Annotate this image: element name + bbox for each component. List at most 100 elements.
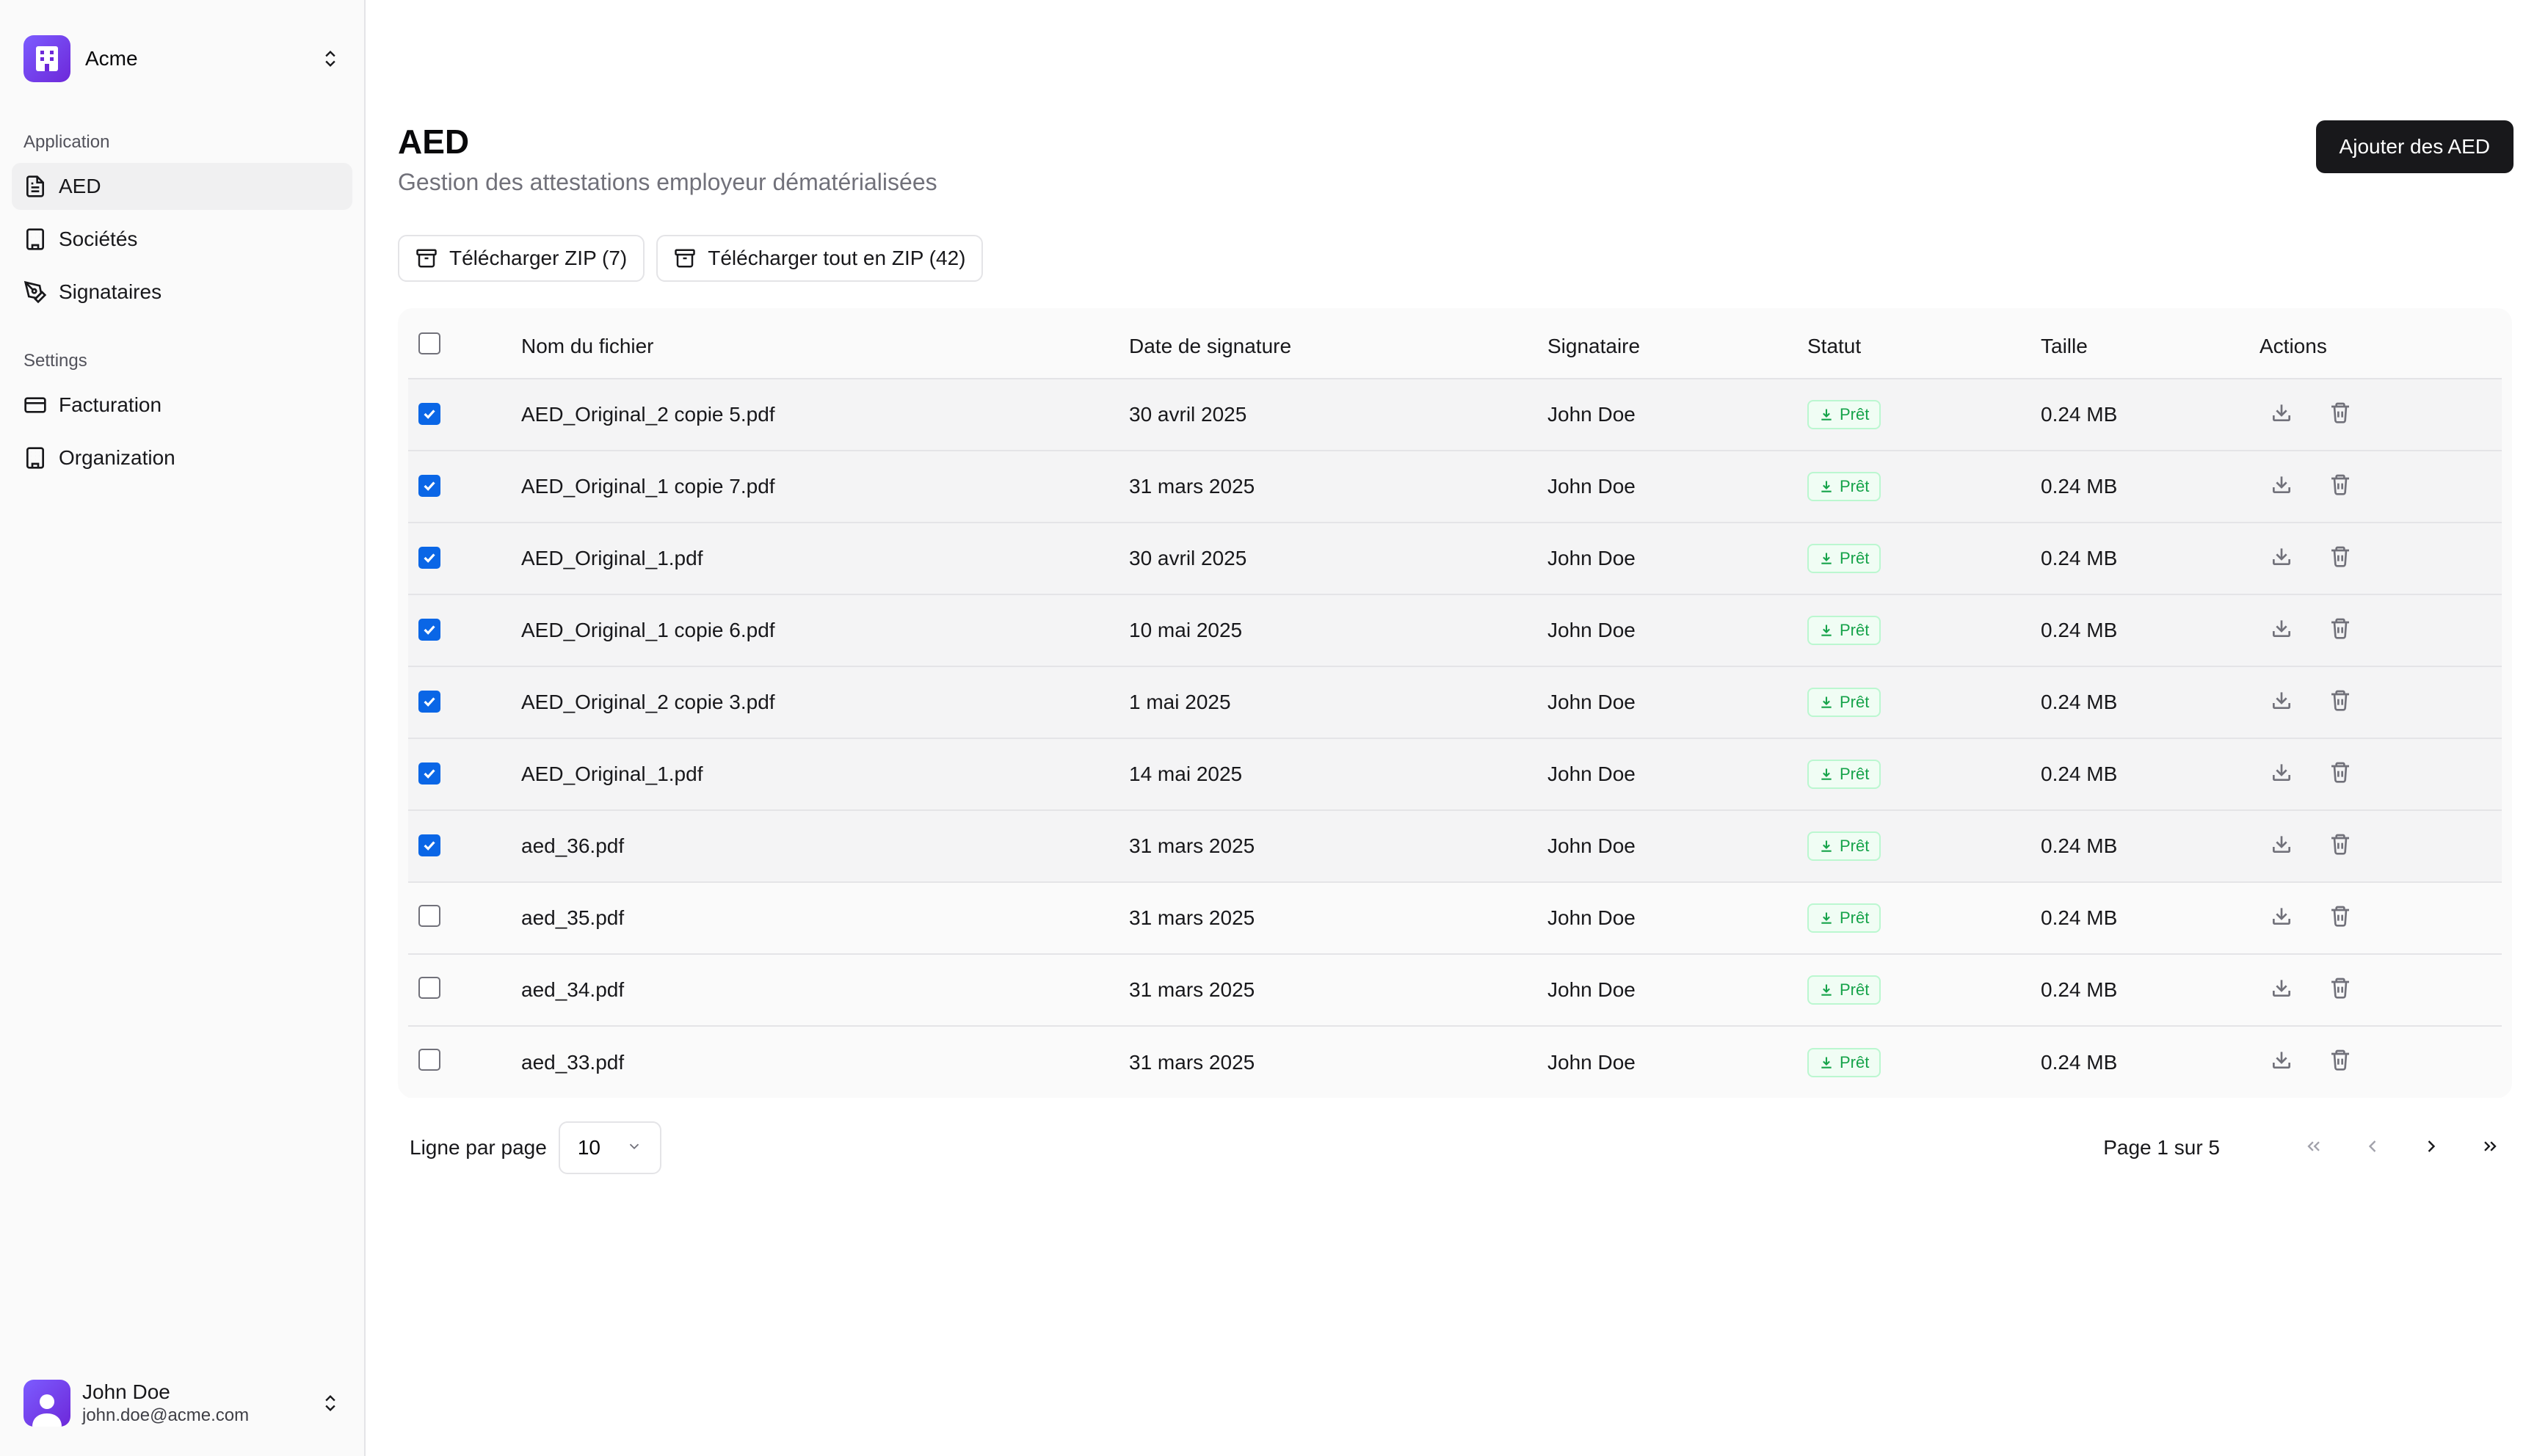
row-checkbox[interactable]	[418, 1049, 440, 1071]
signature-icon	[23, 280, 47, 304]
download-icon[interactable]	[2270, 904, 2293, 928]
table-row[interactable]: AED_Original_1.pdf 14 mai 2025 John Doe …	[408, 738, 2502, 811]
trash-icon[interactable]	[2329, 401, 2352, 424]
download-icon[interactable]	[2270, 688, 2293, 712]
actions-cell	[2260, 666, 2502, 739]
add-aed-button[interactable]: Ajouter des AED	[2315, 120, 2514, 173]
download-zip-button[interactable]: Télécharger ZIP (7)	[398, 235, 645, 282]
sidebar-item-societes[interactable]: Sociétés	[12, 216, 352, 263]
page-subtitle: Gestion des attestations employeur démat…	[398, 169, 937, 195]
status-label: Prêt	[1840, 837, 1870, 855]
status-cell: Prêt	[1807, 594, 2041, 667]
status-label: Prêt	[1840, 765, 1870, 783]
signer-cell: John Doe	[1547, 594, 1807, 667]
table-row[interactable]: aed_34.pdf 31 mars 2025 John Doe Prêt 0.…	[408, 954, 2502, 1027]
section-label-application: Application	[23, 132, 110, 152]
download-icon[interactable]	[2270, 760, 2293, 784]
sidebar-item-aed[interactable]: AED	[12, 163, 352, 210]
user-name: John Doe	[82, 1380, 170, 1403]
file-name-cell: AED_Original_2 copie 3.pdf	[521, 666, 1129, 739]
table-row[interactable]: AED_Original_1 copie 6.pdf 10 mai 2025 J…	[408, 594, 2502, 667]
actions-cell	[2260, 738, 2502, 811]
main-content: AED Gestion des attestations employeur d…	[366, 0, 2537, 1456]
row-checkbox[interactable]	[418, 474, 440, 497]
archive-icon	[415, 247, 438, 269]
column-header-date: Date de signature	[1129, 308, 1547, 379]
aed-table: Nom du fichier Date de signature Signata…	[408, 308, 2502, 1098]
row-checkbox[interactable]	[418, 618, 440, 641]
status-badge: Prêt	[1807, 903, 1881, 933]
row-checkbox[interactable]	[418, 402, 440, 425]
row-checkbox[interactable]	[418, 690, 440, 713]
file-name-cell: aed_36.pdf	[521, 810, 1129, 883]
last-page-button[interactable]	[2467, 1124, 2514, 1171]
row-checkbox[interactable]	[418, 976, 440, 999]
size-cell: 0.24 MB	[2041, 1026, 2260, 1098]
column-header-file: Nom du fichier	[521, 308, 1129, 379]
size-cell: 0.24 MB	[2041, 594, 2260, 667]
sidebar-item-label: Signataires	[59, 280, 162, 303]
download-icon[interactable]	[2270, 401, 2293, 424]
trash-icon[interactable]	[2329, 976, 2352, 1000]
signature-date-cell: 14 mai 2025	[1129, 738, 1547, 811]
trash-icon[interactable]	[2329, 1048, 2352, 1071]
table-row[interactable]: aed_33.pdf 31 mars 2025 John Doe Prêt 0.…	[408, 1026, 2502, 1098]
sidebar-item-organization[interactable]: Organization	[12, 434, 352, 481]
toolbar: Télécharger ZIP (7) Télécharger tout en …	[398, 235, 2514, 282]
download-icon[interactable]	[2270, 545, 2293, 568]
row-checkbox[interactable]	[418, 546, 440, 569]
row-checkbox[interactable]	[418, 834, 440, 856]
trash-icon[interactable]	[2329, 473, 2352, 496]
signer-cell: John Doe	[1547, 954, 1807, 1027]
user-menu[interactable]: John Doe john.doe@acme.com	[12, 1368, 352, 1438]
select-all-checkbox[interactable]	[418, 332, 440, 354]
table-row[interactable]: AED_Original_1.pdf 30 avril 2025 John Do…	[408, 523, 2502, 595]
table-row[interactable]: AED_Original_2 copie 5.pdf 30 avril 2025…	[408, 379, 2502, 451]
building-icon	[23, 228, 47, 251]
download-icon[interactable]	[2270, 473, 2293, 496]
trash-icon[interactable]	[2329, 545, 2352, 568]
download-icon	[1819, 839, 1834, 853]
signature-date-cell: 30 avril 2025	[1129, 523, 1547, 595]
table-row[interactable]: AED_Original_1 copie 7.pdf 31 mars 2025 …	[408, 451, 2502, 523]
status-cell: Prêt	[1807, 1026, 2041, 1098]
trash-icon[interactable]	[2329, 832, 2352, 856]
sidebar-item-signataires[interactable]: Signataires	[12, 269, 352, 316]
actions-cell	[2260, 379, 2502, 451]
size-cell: 0.24 MB	[2041, 523, 2260, 595]
size-cell: 0.24 MB	[2041, 666, 2260, 739]
row-checkbox[interactable]	[418, 904, 440, 927]
signature-date-cell: 1 mai 2025	[1129, 666, 1547, 739]
building-icon	[23, 446, 47, 470]
trash-icon[interactable]	[2329, 688, 2352, 712]
actions-cell	[2260, 594, 2502, 667]
first-page-icon	[2304, 1136, 2324, 1160]
first-page-button[interactable]	[2290, 1124, 2337, 1171]
download-icon[interactable]	[2270, 832, 2293, 856]
table-row[interactable]: AED_Original_2 copie 3.pdf 1 mai 2025 Jo…	[408, 666, 2502, 739]
trash-icon[interactable]	[2329, 904, 2352, 928]
table-row[interactable]: aed_35.pdf 31 mars 2025 John Doe Prêt 0.…	[408, 882, 2502, 955]
rows-per-page-select[interactable]: 10	[558, 1121, 661, 1174]
download-icon[interactable]	[2270, 976, 2293, 1000]
download-icon[interactable]	[2270, 1048, 2293, 1071]
next-page-button[interactable]	[2408, 1124, 2455, 1171]
trash-icon[interactable]	[2329, 760, 2352, 784]
download-icon	[1819, 695, 1834, 710]
row-checkbox[interactable]	[418, 762, 440, 785]
download-icon	[1819, 479, 1834, 494]
download-icon	[1819, 551, 1834, 566]
sidebar-item-facturation[interactable]: Facturation	[12, 382, 352, 429]
status-label: Prêt	[1840, 693, 1870, 711]
download-icon[interactable]	[2270, 616, 2293, 640]
sidebar-item-label: Sociétés	[59, 228, 138, 250]
status-label: Prêt	[1840, 621, 1870, 639]
signature-date-cell: 31 mars 2025	[1129, 1026, 1547, 1098]
org-switcher[interactable]: Acme	[12, 23, 352, 94]
prev-page-button[interactable]	[2349, 1124, 2396, 1171]
download-all-zip-button[interactable]: Télécharger tout en ZIP (42)	[656, 235, 984, 282]
trash-icon[interactable]	[2329, 616, 2352, 640]
table-row[interactable]: aed_36.pdf 31 mars 2025 John Doe Prêt 0.…	[408, 810, 2502, 883]
status-badge: Prêt	[1807, 688, 1881, 717]
actions-cell	[2260, 451, 2502, 523]
